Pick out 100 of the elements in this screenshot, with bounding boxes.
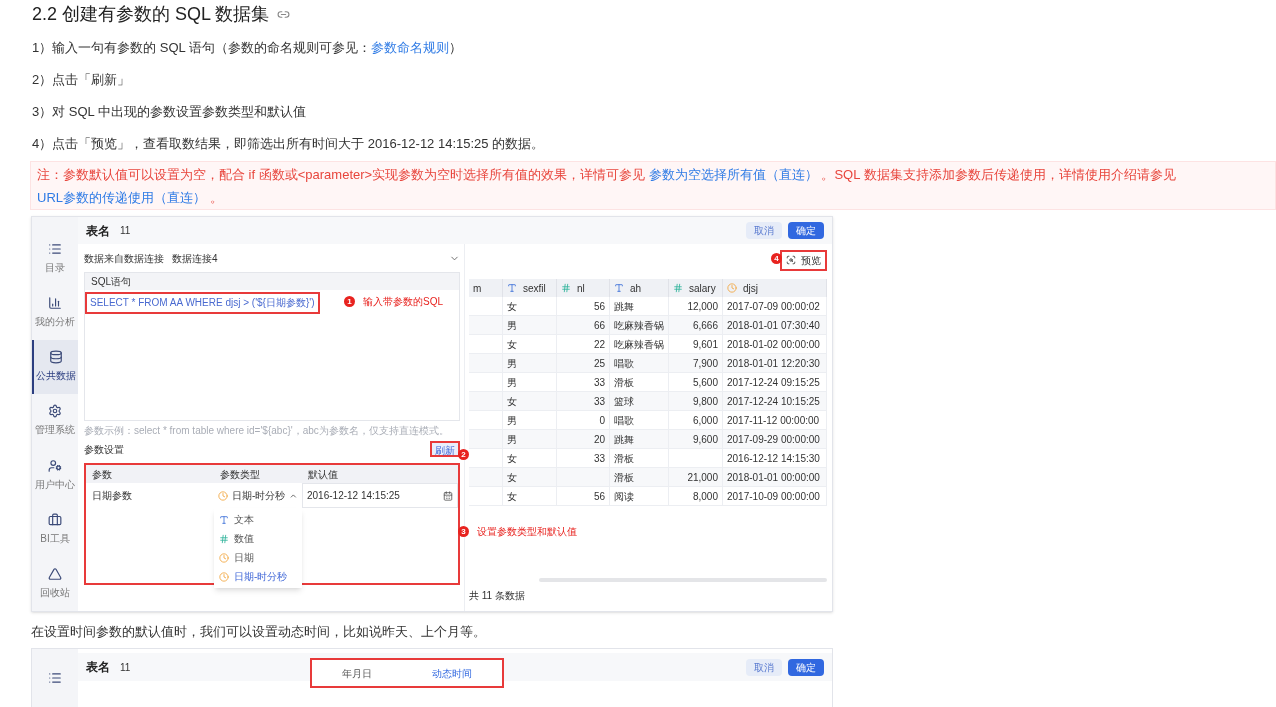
table-cell-text: 唱歌 bbox=[614, 356, 634, 371]
table-cell-text: 2018-01-01 00:00:00 bbox=[727, 470, 820, 485]
table-name-field[interactable]: 11 bbox=[120, 659, 300, 675]
table-cell-text: 9,600 bbox=[692, 432, 718, 447]
table-cell-text: 2018-01-01 12:20:30 bbox=[727, 356, 820, 371]
table-cell-text: 唱歌 bbox=[614, 413, 634, 428]
preview-icon bbox=[786, 255, 796, 265]
table-cell-text: 5,600 bbox=[692, 375, 718, 390]
table-cell-text: 2016-12-12 14:15:30 bbox=[727, 451, 820, 466]
table-cell-text: 22 bbox=[593, 337, 605, 352]
clock-icon bbox=[218, 490, 228, 501]
link[interactable]: 参数命名规则 bbox=[371, 40, 449, 55]
sidebar-item[interactable]: 公共数据 bbox=[32, 339, 78, 394]
text-type-icon bbox=[507, 283, 517, 293]
sidebar-label: 回收站 bbox=[40, 586, 70, 601]
toolbox-icon bbox=[48, 513, 62, 528]
table-cell-text: 33 bbox=[593, 451, 605, 466]
sidebar-item[interactable]: 管理系统 bbox=[32, 393, 78, 449]
confirm-button[interactable]: 确定 bbox=[788, 658, 824, 676]
table-cell-text: 8,000 bbox=[692, 489, 718, 504]
dropdown-option[interactable]: 日期 bbox=[214, 548, 302, 567]
user-icon bbox=[48, 458, 62, 473]
table-cell-text: 滑板 bbox=[614, 375, 634, 390]
sql-header: SQL语句 bbox=[85, 273, 459, 290]
cancel-button[interactable]: 取消 bbox=[746, 658, 782, 676]
table-cell-text: 21,000 bbox=[687, 470, 718, 485]
table-cell-text: 0 bbox=[599, 413, 605, 428]
table-cell-text: 56 bbox=[593, 489, 605, 504]
sidebar-item[interactable]: 用户中心 bbox=[32, 448, 78, 503]
preview-button[interactable]: 预览 bbox=[780, 249, 827, 271]
column-header: 参数类型 bbox=[219, 467, 261, 482]
table-cell-text: 吃麻辣香锅 bbox=[614, 337, 664, 352]
table-cell-text: 吃麻辣香锅 bbox=[614, 318, 664, 333]
table-cell-text: 男 bbox=[507, 413, 517, 428]
sidebar-label: 我的分析 bbox=[35, 314, 75, 329]
clock-icon bbox=[727, 283, 737, 293]
table-cell-text: 跳舞 bbox=[614, 299, 634, 314]
sidebar-label: 公共数据 bbox=[36, 369, 76, 384]
dropdown-option[interactable]: 日期-时分秒 bbox=[214, 567, 302, 586]
table-cell-text: 33 bbox=[593, 394, 605, 409]
number-badge: 1 bbox=[344, 296, 355, 307]
sidebar-item[interactable]: 回收站 bbox=[32, 556, 78, 611]
table-cell-text: 2018-01-02 00:00:00 bbox=[727, 337, 820, 352]
cancel-button[interactable]: 取消 bbox=[746, 222, 782, 239]
sidebar-label: 目录 bbox=[45, 260, 65, 275]
tab[interactable]: 年月日 bbox=[342, 665, 372, 681]
connection-dropdown[interactable]: 数据连接4 bbox=[172, 250, 460, 266]
sidebar-label: BI工具 bbox=[40, 532, 70, 547]
list-icon bbox=[48, 241, 62, 256]
tab[interactable]: 动态时间 bbox=[432, 665, 472, 681]
dropdown-option[interactable]: 文本 bbox=[214, 510, 302, 529]
table-cell-text: 2018-01-01 07:30:40 bbox=[727, 318, 820, 333]
step-text: 4）点击「预览」，查看取数结果，即筛选出所有时间大于 2016-12-12 14:15:25 的数据。 bbox=[32, 135, 546, 153]
refresh-button[interactable]: 刷新 bbox=[430, 441, 460, 457]
hash-icon bbox=[219, 533, 229, 544]
annotation-text: 设置参数类型和默认值 bbox=[477, 525, 577, 539]
table-name-label: 表名 bbox=[86, 222, 110, 240]
table-cell-text: 日期参数 bbox=[91, 489, 133, 503]
sidebar-item[interactable]: BI工具 bbox=[32, 502, 78, 557]
link[interactable]: 参数为空选择所有值（直连） bbox=[648, 167, 818, 182]
table-cell-text: 9,800 bbox=[692, 394, 718, 409]
table-cell-text: 56 bbox=[593, 299, 605, 314]
annotation-text: 输入带参数的SQL bbox=[363, 295, 443, 309]
confirm-button[interactable]: 确定 bbox=[788, 222, 824, 239]
table-cell-text: 男 bbox=[507, 356, 517, 371]
number-badge: 4 bbox=[771, 253, 782, 264]
link[interactable]: URL参数的传递使用（直连） bbox=[37, 190, 206, 205]
step-text: 1）输入一句有参数的 SQL 语句（参数的命名规则可参见：参数命名规则） bbox=[32, 39, 463, 57]
dropdown-option[interactable]: 数值 bbox=[214, 529, 302, 548]
sidebar-item[interactable]: 我的分析 bbox=[32, 285, 78, 340]
table-cell-text: 9,601 bbox=[692, 337, 718, 352]
step-text: 2）点击「刷新」 bbox=[32, 71, 132, 89]
default-value-field[interactable]: 2016-12-12 14:15:25 bbox=[302, 483, 458, 508]
type-select[interactable]: 日期-时分秒 bbox=[214, 488, 302, 503]
column-header: 参数 bbox=[91, 467, 113, 482]
column-header: 默认值 bbox=[307, 467, 339, 482]
table-cell-text: 篮球 bbox=[614, 394, 634, 409]
sql-code: SELECT * FROM AA WHERE djsj > ('${日期参数}') bbox=[85, 292, 320, 314]
clock-icon bbox=[219, 571, 229, 582]
table-cell-text: 7,900 bbox=[692, 356, 718, 371]
hash-icon bbox=[673, 283, 683, 293]
bar-chart-icon bbox=[48, 295, 62, 310]
table-cell-text: 33 bbox=[593, 375, 605, 390]
number-badge: 2 bbox=[458, 449, 469, 460]
table-cell-text: 女 bbox=[507, 337, 517, 352]
table-name-field[interactable]: 11 bbox=[120, 223, 300, 238]
table-cell-text: 滑板 bbox=[614, 470, 634, 485]
section-heading: 2.2 创建有参数的 SQL 数据集 bbox=[32, 2, 270, 26]
table-cell-text: 女 bbox=[507, 489, 517, 504]
number-badge: 3 bbox=[458, 526, 469, 537]
text-type-icon bbox=[614, 283, 624, 293]
table-cell-text: 2017-12-24 10:15:25 bbox=[727, 394, 820, 409]
row-count-text: 共 11 条数据 bbox=[469, 589, 526, 603]
table-cell-text: 66 bbox=[593, 318, 605, 333]
table-cell-text: 2017-10-09 00:00:00 bbox=[727, 489, 820, 504]
table-cell-text: 男 bbox=[507, 432, 517, 447]
gear-icon bbox=[48, 404, 62, 419]
clock-icon bbox=[219, 552, 229, 563]
table-cell-text: 男 bbox=[507, 318, 517, 333]
sidebar-item[interactable]: 目录 bbox=[32, 231, 78, 286]
